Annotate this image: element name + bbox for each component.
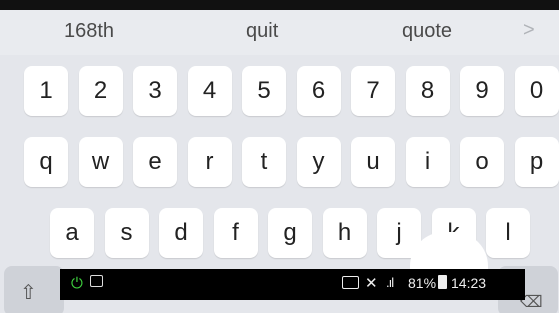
key-5[interactable]: 5 [242, 66, 286, 116]
top-bar [0, 0, 559, 10]
key-q[interactable]: q [24, 137, 68, 187]
shift-icon: ⇧ [20, 282, 37, 304]
key-7[interactable]: 7 [351, 66, 395, 116]
key-a[interactable]: a [50, 208, 94, 258]
key-t[interactable]: t [242, 137, 286, 187]
shift-key[interactable]: ⇧ [4, 266, 64, 313]
key-e[interactable]: e [133, 137, 177, 187]
key-4[interactable]: 4 [187, 66, 232, 116]
mute-icon: ✕ [365, 275, 378, 292]
key-1[interactable]: 1 [24, 66, 68, 116]
key-s[interactable]: s [104, 208, 149, 258]
chevron-right-icon[interactable]: > [523, 19, 535, 42]
battery-percentage: 81% [408, 275, 437, 291]
key-p[interactable]: p [514, 137, 559, 187]
cast-notification-icon [90, 275, 103, 287]
key-u[interactable]: u [351, 137, 395, 187]
clock: 14:23 [451, 275, 487, 291]
signal-icon: .ıl [386, 275, 394, 290]
key-3[interactable]: 3 [133, 66, 177, 116]
key-y[interactable]: y [296, 137, 341, 187]
key-6[interactable]: 6 [296, 66, 341, 116]
key-0[interactable]: 0 [514, 66, 559, 116]
keyboard-screen: 168th quit quote > 1234567890 qwertyuiop a… [0, 0, 559, 313]
key-w[interactable]: w [78, 137, 123, 187]
key-g[interactable]: g [268, 208, 312, 258]
key-8[interactable]: 8 [405, 66, 450, 116]
key-d[interactable]: d [159, 208, 203, 258]
power-icon: ⏻ [71, 275, 83, 292]
key-i[interactable]: i [405, 137, 450, 187]
status-bar: ⏻ ✕ .ıl 81% 14:23 [60, 269, 525, 300]
suggestion-bar: 168th quit quote > [0, 10, 559, 55]
key-h[interactable]: h [322, 208, 367, 258]
suggestion-item[interactable]: quit [246, 20, 278, 43]
key-l[interactable]: l [486, 208, 530, 258]
suggestion-item[interactable]: quote [402, 20, 452, 43]
key-9[interactable]: 9 [460, 66, 504, 116]
key-o[interactable]: o [460, 137, 504, 187]
screen-cast-icon [342, 276, 359, 289]
key-r[interactable]: r [187, 137, 232, 187]
battery-icon [438, 275, 447, 289]
key-f[interactable]: f [213, 208, 258, 258]
suggestion-item[interactable]: 168th [64, 20, 114, 43]
key-2[interactable]: 2 [78, 66, 123, 116]
